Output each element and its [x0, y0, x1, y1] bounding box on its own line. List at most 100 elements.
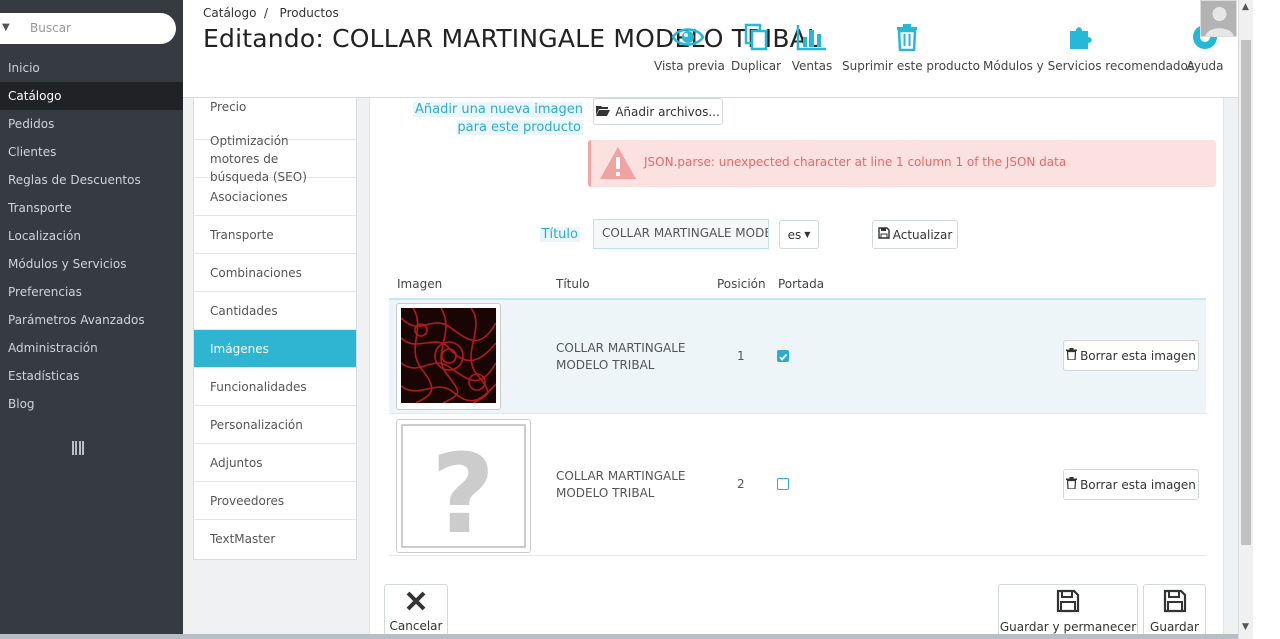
tribal-pattern-image	[400, 307, 497, 404]
sidebar-item-clientes[interactable]: Clientes	[0, 138, 183, 166]
sidebar-item-modulos[interactable]: Módulos y Servicios	[0, 250, 183, 278]
cancel-label: Cancelar	[389, 618, 443, 633]
tab-imagenes[interactable]: Imágenes	[194, 330, 356, 368]
trash-icon	[842, 20, 972, 54]
scrollbar-thumb[interactable]	[1241, 40, 1251, 545]
delete-image-button[interactable]: Borrar esta imagen	[1063, 469, 1199, 500]
tab-cantidades[interactable]: Cantidades	[194, 292, 356, 330]
chevron-up-icon[interactable]: ▲	[1242, 2, 1249, 12]
image-title-input[interactable]: COLLAR MARTINGALE MODELO TRIBAL	[593, 219, 769, 249]
column-position: Posición	[717, 277, 766, 291]
close-icon	[405, 590, 427, 615]
folder-open-icon	[596, 105, 611, 119]
sidebar-item-transporte[interactable]: Transporte	[0, 194, 183, 222]
page-title: Editando: COLLAR MARTINGALE MODELO TRIBA…	[203, 24, 822, 53]
error-message: JSON.parse: unexpected character at line…	[644, 155, 1067, 169]
tab-funcionalidades[interactable]: Funcionalidades	[194, 368, 356, 406]
table-row: COLLAR MARTINGALE MODELO TRIBAL 1 Borrar…	[389, 300, 1206, 414]
copy-icon	[731, 20, 781, 54]
sidebar-item-pedidos[interactable]: Pedidos	[0, 110, 183, 138]
image-position: 1	[737, 349, 745, 363]
page-header: Catálogo / Productos Editando: COLLAR MA…	[183, 0, 1238, 98]
sidebar-nav: Inicio Catálogo Pedidos Clientes Reglas …	[0, 54, 183, 418]
save-and-stay-label: Guardar y permanecer	[999, 619, 1137, 634]
tab-combinaciones[interactable]: Combinaciones	[194, 254, 356, 292]
delete-product-button[interactable]: Suprimir este producto	[842, 20, 980, 80]
caret-down-icon[interactable]: ▼	[2, 22, 10, 33]
language-value: es	[787, 227, 802, 242]
breadcrumb: Catálogo / Productos	[203, 6, 339, 20]
image-title: COLLAR MARTINGALE MODELO TRIBAL	[556, 341, 686, 372]
search-box[interactable]: ▼ Buscar	[0, 13, 176, 44]
save-label: Guardar	[1150, 619, 1199, 634]
tab-seo[interactable]: Optimización motores de búsqueda (SEO)	[194, 134, 356, 184]
sidebar-item-reglas-descuentos[interactable]: Reglas de Descuentos	[0, 166, 183, 194]
recommended-modules-button[interactable]: Módulos y Servicios recomendados	[983, 20, 1195, 80]
bar-chart-icon	[790, 20, 834, 54]
column-cover: Portada	[778, 277, 825, 291]
image-position: 2	[737, 477, 745, 491]
preview-label: Vista previa	[654, 59, 725, 73]
column-image: Imagen	[397, 277, 443, 291]
duplicate-button[interactable]: Duplicar	[731, 20, 781, 80]
avatar[interactable]	[1200, 0, 1237, 37]
sidebar-item-parametros[interactable]: Parámetros Avanzados	[0, 306, 183, 334]
save-icon	[878, 227, 890, 242]
sidebar-item-preferencias[interactable]: Preferencias	[0, 278, 183, 306]
table-header: Imagen Título Posición Portada	[389, 273, 1206, 300]
sidebar-item-blog[interactable]: Blog	[0, 390, 183, 418]
save-icon	[1056, 589, 1080, 616]
title-label: Título	[539, 227, 580, 242]
tab-proveedores[interactable]: Proveedores	[194, 482, 356, 520]
image-title: COLLAR MARTINGALE MODELO TRIBAL	[556, 469, 686, 500]
tab-personalizacion[interactable]: Personalización	[194, 406, 356, 444]
delete-image-button[interactable]: Borrar esta imagen	[1063, 340, 1199, 371]
preview-button[interactable]: Vista previa	[654, 20, 725, 80]
product-image-thumbnail[interactable]	[396, 303, 501, 410]
window-edge	[1253, 0, 1280, 639]
delete-product-label: Suprimir este producto	[842, 59, 980, 73]
delete-image-label: Borrar esta imagen	[1080, 477, 1196, 492]
page-scrollbar[interactable]: ▲ ▼	[1238, 0, 1253, 639]
sidebar: ▼ Buscar Inicio Catálogo Pedidos Cliente…	[0, 0, 183, 639]
error-alert: JSON.parse: unexpected character at line…	[588, 140, 1216, 187]
search-input[interactable]: Buscar	[30, 21, 71, 35]
tab-adjuntos[interactable]: Adjuntos	[194, 444, 356, 482]
save-icon	[1163, 589, 1187, 616]
images-panel: Añadir una nueva imagen para este produc…	[369, 98, 1224, 639]
add-files-button[interactable]: Añadir archivos...	[593, 98, 723, 125]
bottom-edge	[0, 634, 1238, 639]
column-title: Título	[556, 277, 590, 291]
update-button[interactable]: Actualizar	[872, 220, 958, 249]
tab-transporte[interactable]: Transporte	[194, 216, 356, 254]
checkmark-icon	[779, 353, 788, 361]
cancel-button[interactable]: Cancelar	[384, 584, 448, 638]
sales-button[interactable]: Ventas	[790, 20, 834, 80]
product-image-thumbnail[interactable]: ?	[396, 419, 531, 558]
puzzle-icon	[983, 20, 1177, 54]
sidebar-item-catalogo[interactable]: Catálogo	[0, 82, 183, 110]
warning-icon	[599, 145, 637, 184]
save-button[interactable]: Guardar	[1143, 584, 1206, 638]
sidebar-item-administracion[interactable]: Administración	[0, 334, 183, 362]
update-label: Actualizar	[892, 227, 953, 242]
missing-image-placeholder: ?	[401, 424, 526, 558]
tab-textmaster[interactable]: TextMaster	[194, 520, 356, 558]
language-select[interactable]: es ▼	[779, 220, 819, 249]
table-row: ? COLLAR MARTINGALE MODELO TRIBAL 2 Borr…	[389, 414, 1206, 558]
chevron-down-icon[interactable]: ▼	[1242, 622, 1249, 632]
delete-image-label: Borrar esta imagen	[1080, 348, 1196, 363]
sidebar-item-inicio[interactable]: Inicio	[0, 54, 183, 82]
cover-checkbox[interactable]	[777, 350, 789, 362]
caret-down-icon: ▼	[804, 230, 811, 239]
trash-icon	[1066, 348, 1078, 363]
collapse-menu-icon[interactable]	[72, 441, 84, 455]
recommended-modules-label: Módulos y Servicios recomendados	[983, 59, 1195, 73]
sidebar-item-estadisticas[interactable]: Estadísticas	[0, 362, 183, 390]
product-tabs: Precio Optimización motores de búsqueda …	[193, 98, 357, 560]
cover-checkbox[interactable]	[777, 478, 789, 490]
save-and-stay-button[interactable]: Guardar y permanecer	[998, 584, 1138, 638]
images-table: Imagen Título Posición Portada COLLAR MA…	[389, 273, 1206, 558]
sidebar-item-localizacion[interactable]: Localización	[0, 222, 183, 250]
duplicate-label: Duplicar	[731, 59, 782, 73]
